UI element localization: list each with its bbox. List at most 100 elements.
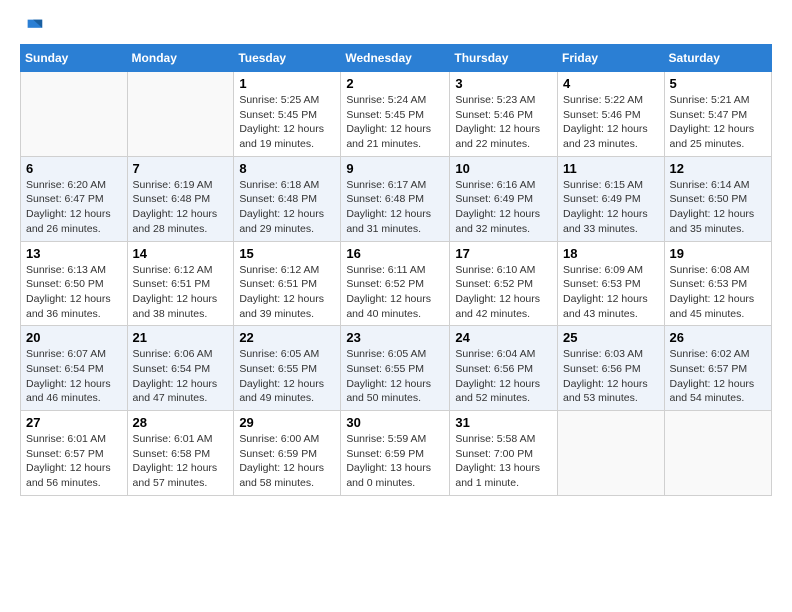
day-info: Sunrise: 6:06 AM Sunset: 6:54 PM Dayligh… <box>133 347 229 406</box>
calendar-cell: 12 Sunrise: 6:14 AM Sunset: 6:50 PM Dayli… <box>664 156 771 241</box>
day-number: 12 <box>670 161 766 176</box>
day-info: Sunrise: 5:25 AM Sunset: 5:45 PM Dayligh… <box>239 93 335 152</box>
calendar-cell: 25 Sunrise: 6:03 AM Sunset: 6:56 PM Dayli… <box>558 326 665 411</box>
calendar-cell <box>558 411 665 496</box>
logo <box>20 16 44 36</box>
day-info: Sunrise: 6:17 AM Sunset: 6:48 PM Dayligh… <box>346 178 444 237</box>
calendar-cell: 15 Sunrise: 6:12 AM Sunset: 6:51 PM Dayli… <box>234 241 341 326</box>
day-number: 14 <box>133 246 229 261</box>
day-info: Sunrise: 6:05 AM Sunset: 6:55 PM Dayligh… <box>346 347 444 406</box>
day-number: 20 <box>26 330 122 345</box>
day-number: 18 <box>563 246 659 261</box>
day-info: Sunrise: 6:01 AM Sunset: 6:58 PM Dayligh… <box>133 432 229 491</box>
day-info: Sunrise: 5:22 AM Sunset: 5:46 PM Dayligh… <box>563 93 659 152</box>
weekday-header-sunday: Sunday <box>21 45 128 72</box>
day-info: Sunrise: 6:14 AM Sunset: 6:50 PM Dayligh… <box>670 178 766 237</box>
calendar-cell: 16Sunrise: 6:11 AM Sunset: 6:52 PM Dayli… <box>341 241 450 326</box>
day-number: 3 <box>455 76 552 91</box>
calendar-cell: 26Sunrise: 6:02 AM Sunset: 6:57 PM Dayli… <box>664 326 771 411</box>
calendar-cell: 17Sunrise: 6:10 AM Sunset: 6:52 PM Dayli… <box>450 241 558 326</box>
day-info: Sunrise: 6:16 AM Sunset: 6:49 PM Dayligh… <box>455 178 552 237</box>
day-info: Sunrise: 5:24 AM Sunset: 5:45 PM Dayligh… <box>346 93 444 152</box>
calendar-cell: 2 Sunrise: 5:24 AM Sunset: 5:45 PM Daylig… <box>341 72 450 157</box>
day-info: Sunrise: 6:01 AM Sunset: 6:57 PM Dayligh… <box>26 432 122 491</box>
day-number: 9 <box>346 161 444 176</box>
calendar-cell: 5 Sunrise: 5:21 AM Sunset: 5:47 PM Daylig… <box>664 72 771 157</box>
day-number: 21 <box>133 330 229 345</box>
day-info: Sunrise: 6:03 AM Sunset: 6:56 PM Dayligh… <box>563 347 659 406</box>
calendar-cell: 4 Sunrise: 5:22 AM Sunset: 5:46 PM Daylig… <box>558 72 665 157</box>
day-number: 31 <box>455 415 552 430</box>
day-info: Sunrise: 5:21 AM Sunset: 5:47 PM Dayligh… <box>670 93 766 152</box>
day-info: Sunrise: 6:15 AM Sunset: 6:49 PM Dayligh… <box>563 178 659 237</box>
day-number: 29 <box>239 415 335 430</box>
day-info: Sunrise: 5:58 AM Sunset: 7:00 PM Dayligh… <box>455 432 552 491</box>
calendar-cell: 28 Sunrise: 6:01 AM Sunset: 6:58 PM Dayli… <box>127 411 234 496</box>
calendar-cell: 10 Sunrise: 6:16 AM Sunset: 6:49 PM Dayli… <box>450 156 558 241</box>
day-number: 6 <box>26 161 122 176</box>
day-info: Sunrise: 6:10 AM Sunset: 6:52 PM Dayligh… <box>455 263 552 322</box>
week-row-5: 27 Sunrise: 6:01 AM Sunset: 6:57 PM Dayli… <box>21 411 772 496</box>
day-info: Sunrise: 6:12 AM Sunset: 6:51 PM Dayligh… <box>133 263 229 322</box>
calendar-cell: 31 Sunrise: 5:58 AM Sunset: 7:00 PM Dayli… <box>450 411 558 496</box>
calendar-cell: 23Sunrise: 6:05 AM Sunset: 6:55 PM Dayli… <box>341 326 450 411</box>
calendar-page: SundayMondayTuesdayWednesdayThursdayFrid… <box>0 0 792 516</box>
day-number: 5 <box>670 76 766 91</box>
weekday-header-monday: Monday <box>127 45 234 72</box>
day-info: Sunrise: 6:00 AM Sunset: 6:59 PM Dayligh… <box>239 432 335 491</box>
day-number: 30 <box>346 415 444 430</box>
calendar-cell: 11 Sunrise: 6:15 AM Sunset: 6:49 PM Dayli… <box>558 156 665 241</box>
day-number: 13 <box>26 246 122 261</box>
calendar-cell: 19 Sunrise: 6:08 AM Sunset: 6:53 PM Dayli… <box>664 241 771 326</box>
calendar-cell <box>664 411 771 496</box>
calendar-cell: 27 Sunrise: 6:01 AM Sunset: 6:57 PM Dayli… <box>21 411 128 496</box>
page-header <box>20 16 772 36</box>
day-info: Sunrise: 6:20 AM Sunset: 6:47 PM Dayligh… <box>26 178 122 237</box>
day-number: 4 <box>563 76 659 91</box>
day-info: Sunrise: 6:09 AM Sunset: 6:53 PM Dayligh… <box>563 263 659 322</box>
weekday-header-row: SundayMondayTuesdayWednesdayThursdayFrid… <box>21 45 772 72</box>
day-number: 15 <box>239 246 335 261</box>
calendar-cell <box>21 72 128 157</box>
calendar-cell: 3 Sunrise: 5:23 AM Sunset: 5:46 PM Daylig… <box>450 72 558 157</box>
calendar-cell: 22Sunrise: 6:05 AM Sunset: 6:55 PM Dayli… <box>234 326 341 411</box>
day-info: Sunrise: 6:19 AM Sunset: 6:48 PM Dayligh… <box>133 178 229 237</box>
day-number: 7 <box>133 161 229 176</box>
calendar-cell: 24Sunrise: 6:04 AM Sunset: 6:56 PM Dayli… <box>450 326 558 411</box>
day-info: Sunrise: 6:07 AM Sunset: 6:54 PM Dayligh… <box>26 347 122 406</box>
weekday-header-wednesday: Wednesday <box>341 45 450 72</box>
day-number: 10 <box>455 161 552 176</box>
week-row-4: 20 Sunrise: 6:07 AM Sunset: 6:54 PM Dayli… <box>21 326 772 411</box>
day-number: 28 <box>133 415 229 430</box>
calendar-table: SundayMondayTuesdayWednesdayThursdayFrid… <box>20 44 772 496</box>
day-info: Sunrise: 5:59 AM Sunset: 6:59 PM Dayligh… <box>346 432 444 491</box>
day-info: Sunrise: 6:13 AM Sunset: 6:50 PM Dayligh… <box>26 263 122 322</box>
day-number: 1 <box>239 76 335 91</box>
week-row-2: 6 Sunrise: 6:20 AM Sunset: 6:47 PM Daylig… <box>21 156 772 241</box>
week-row-3: 13 Sunrise: 6:13 AM Sunset: 6:50 PM Dayli… <box>21 241 772 326</box>
weekday-header-thursday: Thursday <box>450 45 558 72</box>
day-info: Sunrise: 6:11 AM Sunset: 6:52 PM Dayligh… <box>346 263 444 322</box>
calendar-cell: 30 Sunrise: 5:59 AM Sunset: 6:59 PM Dayli… <box>341 411 450 496</box>
calendar-cell: 14 Sunrise: 6:12 AM Sunset: 6:51 PM Dayli… <box>127 241 234 326</box>
calendar-cell: 9 Sunrise: 6:17 AM Sunset: 6:48 PM Daylig… <box>341 156 450 241</box>
day-number: 27 <box>26 415 122 430</box>
day-info: Sunrise: 6:12 AM Sunset: 6:51 PM Dayligh… <box>239 263 335 322</box>
logo-flag-icon <box>24 16 44 36</box>
day-number: 26 <box>670 330 766 345</box>
day-info: Sunrise: 5:23 AM Sunset: 5:46 PM Dayligh… <box>455 93 552 152</box>
calendar-cell <box>127 72 234 157</box>
calendar-cell: 8Sunrise: 6:18 AM Sunset: 6:48 PM Daylig… <box>234 156 341 241</box>
calendar-cell: 21 Sunrise: 6:06 AM Sunset: 6:54 PM Dayli… <box>127 326 234 411</box>
calendar-cell: 7 Sunrise: 6:19 AM Sunset: 6:48 PM Daylig… <box>127 156 234 241</box>
day-number: 22 <box>239 330 335 345</box>
weekday-header-friday: Friday <box>558 45 665 72</box>
day-number: 11 <box>563 161 659 176</box>
weekday-header-saturday: Saturday <box>664 45 771 72</box>
weekday-header-tuesday: Tuesday <box>234 45 341 72</box>
day-number: 2 <box>346 76 444 91</box>
calendar-cell: 29 Sunrise: 6:00 AM Sunset: 6:59 PM Dayli… <box>234 411 341 496</box>
day-number: 25 <box>563 330 659 345</box>
day-number: 19 <box>670 246 766 261</box>
day-info: Sunrise: 6:08 AM Sunset: 6:53 PM Dayligh… <box>670 263 766 322</box>
